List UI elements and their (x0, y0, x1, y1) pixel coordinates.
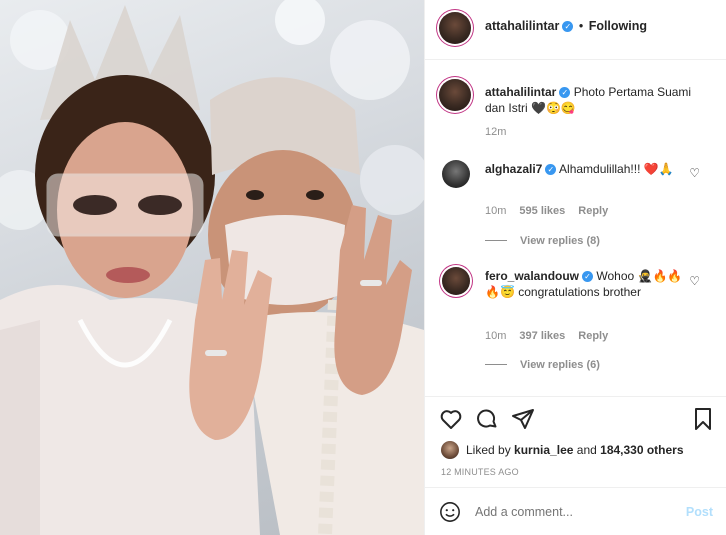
add-comment-bar: Post (425, 487, 726, 535)
caption-time[interactable]: 12m (485, 126, 506, 138)
following-button[interactable]: Following (589, 19, 647, 33)
comment-time[interactable]: 10m (485, 330, 506, 342)
comment-avatar-alghazali7[interactable] (442, 160, 470, 188)
view-replies-label: View replies (6) (520, 359, 600, 371)
author-avatar[interactable] (439, 12, 471, 44)
view-replies-label: View replies (8) (520, 235, 600, 247)
verified-badge-icon: ✓ (545, 164, 557, 175)
comment-like-heart-icon[interactable]: ♡ (689, 166, 700, 180)
likes-count[interactable]: 184,330 others (600, 443, 683, 457)
caption-username[interactable]: attahalilintar (485, 85, 556, 99)
comment-avatar-fero-walandouw[interactable] (442, 267, 470, 295)
view-replies-button[interactable]: View replies (8) (485, 235, 600, 247)
verified-badge-icon: ✓ (562, 21, 574, 32)
comment-body: Alhamdulillah!!! ❤️🙏 (559, 162, 674, 176)
reply-button[interactable]: Reply (578, 330, 608, 342)
liked-by-avatar[interactable] (441, 441, 459, 459)
emoji-smiley-icon[interactable] (439, 501, 461, 523)
view-replies-button[interactable]: View replies (6) (485, 359, 600, 371)
post-comment-button[interactable]: Post (686, 505, 713, 519)
comment-like-heart-icon[interactable]: ♡ (689, 274, 700, 288)
action-bar: Liked by kurnia_lee and 184,330 others 1… (425, 396, 726, 486)
post-side-panel: attahalilintar ✓ • Following attahalilint… (424, 0, 726, 535)
author-username[interactable]: attahalilintar (485, 19, 559, 33)
comment-time[interactable]: 10m (485, 205, 506, 217)
reply-button[interactable]: Reply (578, 205, 608, 217)
caption-avatar[interactable] (439, 79, 471, 111)
comment-likes[interactable]: 595 likes (519, 205, 565, 217)
verified-badge-icon: ✓ (582, 271, 594, 282)
comment-username[interactable]: alghazali7 (485, 162, 542, 176)
replies-divider (485, 240, 507, 241)
caption-text: attahalilintar ✓ Photo Pertama Suami dan … (485, 84, 705, 116)
comment-username[interactable]: fero_walandouw (485, 269, 579, 283)
header-separator: • (578, 19, 584, 33)
comment-meta: 10m 595 likes Reply (485, 205, 621, 217)
replies-divider (485, 364, 507, 365)
comment-bubble-icon[interactable] (475, 407, 499, 431)
post-timestamp[interactable]: 12 MINUTES AGO (441, 467, 519, 477)
comment-text: fero_walandouw ✓ Wohoo 🥷🔥🔥🔥😇 congratulati… (485, 268, 690, 300)
wedding-photo-illustration (0, 0, 424, 535)
liked-by-user[interactable]: kurnia_lee (514, 443, 573, 457)
verified-badge-icon: ✓ (559, 87, 571, 98)
comment-text: alghazali7 ✓ Alhamdulillah!!! ❤️🙏 (485, 161, 690, 177)
liked-by-text: Liked by kurnia_lee and 184,330 others (466, 443, 684, 457)
post-header: attahalilintar ✓ • Following (425, 0, 726, 60)
save-bookmark-icon[interactable] (691, 407, 715, 431)
share-paper-plane-icon[interactable] (511, 407, 535, 431)
liked-by-prefix: Liked by (466, 443, 511, 457)
post-photo[interactable] (0, 0, 424, 535)
comment-likes[interactable]: 397 likes (519, 330, 565, 342)
comment-meta: 10m 397 likes Reply (485, 330, 621, 342)
add-comment-input[interactable] (475, 502, 665, 522)
like-heart-icon[interactable] (439, 407, 463, 431)
liked-by-and: and (576, 443, 597, 457)
